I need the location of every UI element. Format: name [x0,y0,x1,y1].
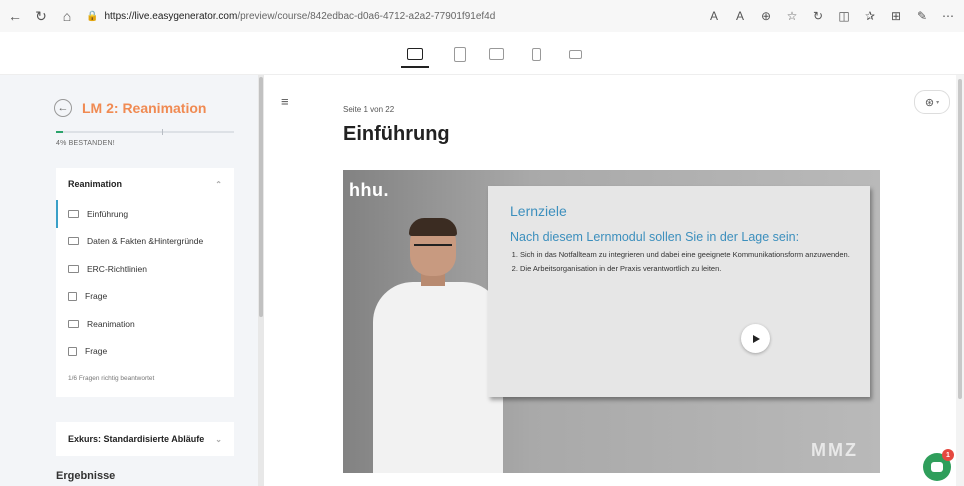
favorite-star-icon[interactable]: ☆ [782,6,802,26]
section-card-reanimation: Reanimation ⌃ Einführung Daten & Fakten … [56,168,234,397]
presenter-figure [373,218,503,473]
video-player[interactable]: hhu. Lernziele Nach diesem Lernmodul sol… [343,170,880,473]
refresh-extension-icon[interactable]: ↻ [808,6,828,26]
play-button[interactable] [741,324,770,353]
read-aloud-icon[interactable]: A [704,6,724,26]
collections-icon[interactable]: ⊞ [886,6,906,26]
content-page-icon [68,264,79,273]
notification-badge: 1 [942,449,954,461]
chevron-down-icon: ⌄ [215,434,222,444]
lesson-label: ERC-Richtlinien [87,263,147,274]
course-progress-bar [56,129,234,135]
apps-icon[interactable]: ⊕ [756,6,776,26]
address-bar[interactable]: 🔒 https://live.easygenerator.com/preview… [86,5,495,27]
desktop-preview-button[interactable] [401,42,429,68]
reload-icon[interactable]: ↻ [30,5,52,27]
slide-panel: Lernziele Nach diesem Lernmodul sollen S… [488,186,870,397]
phone-portrait-button[interactable] [522,42,550,66]
hamburger-menu-icon[interactable]: ≡ [281,94,289,109]
section-title: Exkurs: Standardisierte Abläufe [68,434,205,444]
browser-toolbar: ← ↻ ⌂ 🔒 https://live.easygenerator.com/p… [0,0,964,33]
home-icon[interactable]: ⌂ [56,5,78,27]
play-icon [753,334,760,343]
chat-widget-button[interactable]: 1 [923,449,954,481]
lesson-label: Einführung [87,208,129,219]
main-scrollbar[interactable] [956,75,964,486]
objectives-list: Sich in das Notfallteam zu integrieren u… [510,250,850,278]
objective-item: Die Arbeitsorganisation in der Praxis ve… [520,264,850,274]
section-header[interactable]: Exkurs: Standardisierte Abläufe ⌄ [56,422,234,456]
back-button[interactable]: ← [54,99,72,117]
more-menu-icon[interactable]: ⋯ [938,6,958,26]
results-link[interactable]: Ergebnisse [56,470,115,482]
question-stats: 1/6 Fragen richtig beantwortet [68,375,155,382]
url-host: https://live.easygenerator.com [104,10,238,22]
lesson-item-frage[interactable]: Frage [56,338,234,366]
chat-bubble-icon [931,462,943,472]
content-page-icon [68,237,79,246]
slide-subtitle: Nach diesem Lernmodul sollen Sie in der … [510,230,800,244]
progress-status: 4% BESTANDEN! [56,140,115,147]
page-counter: Seite 1 von 22 [343,105,395,114]
section-card-exkurs: Exkurs: Standardisierte Abläufe ⌄ [56,422,234,456]
lesson-label: Reanimation [87,318,135,329]
lesson-label: Frage [85,291,108,302]
page-title: Einführung [343,123,450,145]
arrow-left-icon: ← [57,102,69,114]
url-path: /preview/course/842edbac-d0a6-4712-a2a2-… [237,10,496,22]
accessibility-button[interactable]: ⊛ ▾ [914,90,950,114]
content-page-icon [68,319,79,328]
slide-title: Lernziele [510,203,567,219]
tablet-portrait-icon [454,46,466,62]
tablet-landscape-icon [488,48,504,60]
content-page-icon [68,209,79,218]
back-arrow-icon[interactable]: ← [4,5,26,27]
lesson-item-daten-fakten[interactable]: Daten & Fakten &Hintergründe [56,228,234,256]
lesson-item-erc-richtlinien[interactable]: ERC-Richtlinien [56,255,234,283]
chevron-down-icon: ▾ [936,99,940,106]
tablet-landscape-button[interactable] [482,42,510,66]
lesson-item-frage[interactable]: Frage [56,283,234,311]
course-title: LM 2: Reanimation [82,100,207,116]
mmz-logo: MMZ [811,440,858,460]
question-icon [68,291,77,301]
lock-icon: 🔒 [86,10,99,22]
accessibility-icon: ⊛ [924,96,935,109]
objective-item: Sich in das Notfallteam zu integrieren u… [520,250,850,260]
chevron-up-icon: ⌃ [215,179,222,189]
lesson-label: Frage [85,346,108,357]
lesson-label: Daten & Fakten &Hintergründe [87,236,204,247]
pass-threshold-marker [162,129,163,135]
reader-view-icon[interactable]: A [730,6,750,26]
section-header[interactable]: Reanimation ⌃ [56,168,234,200]
split-screen-icon[interactable]: ◫ [834,6,854,26]
lesson-item-reanimation[interactable]: Reanimation [56,310,234,338]
desktop-icon [407,48,423,60]
device-preview-toolbar [0,32,964,75]
section-title: Reanimation [68,179,123,189]
progress-fill [56,131,64,133]
extension-icon[interactable]: ✎ [912,6,932,26]
hhu-logo: hhu. [349,180,389,200]
phone-portrait-icon [531,47,541,61]
favorites-icon[interactable]: ✰ [860,6,880,26]
question-icon [68,346,77,356]
lesson-item-einfuehrung[interactable]: Einführung [56,200,234,228]
phone-landscape-button[interactable] [561,42,589,66]
tablet-portrait-button[interactable] [446,42,474,66]
sidebar-scrollbar[interactable] [258,75,264,486]
phone-landscape-icon [568,49,582,59]
